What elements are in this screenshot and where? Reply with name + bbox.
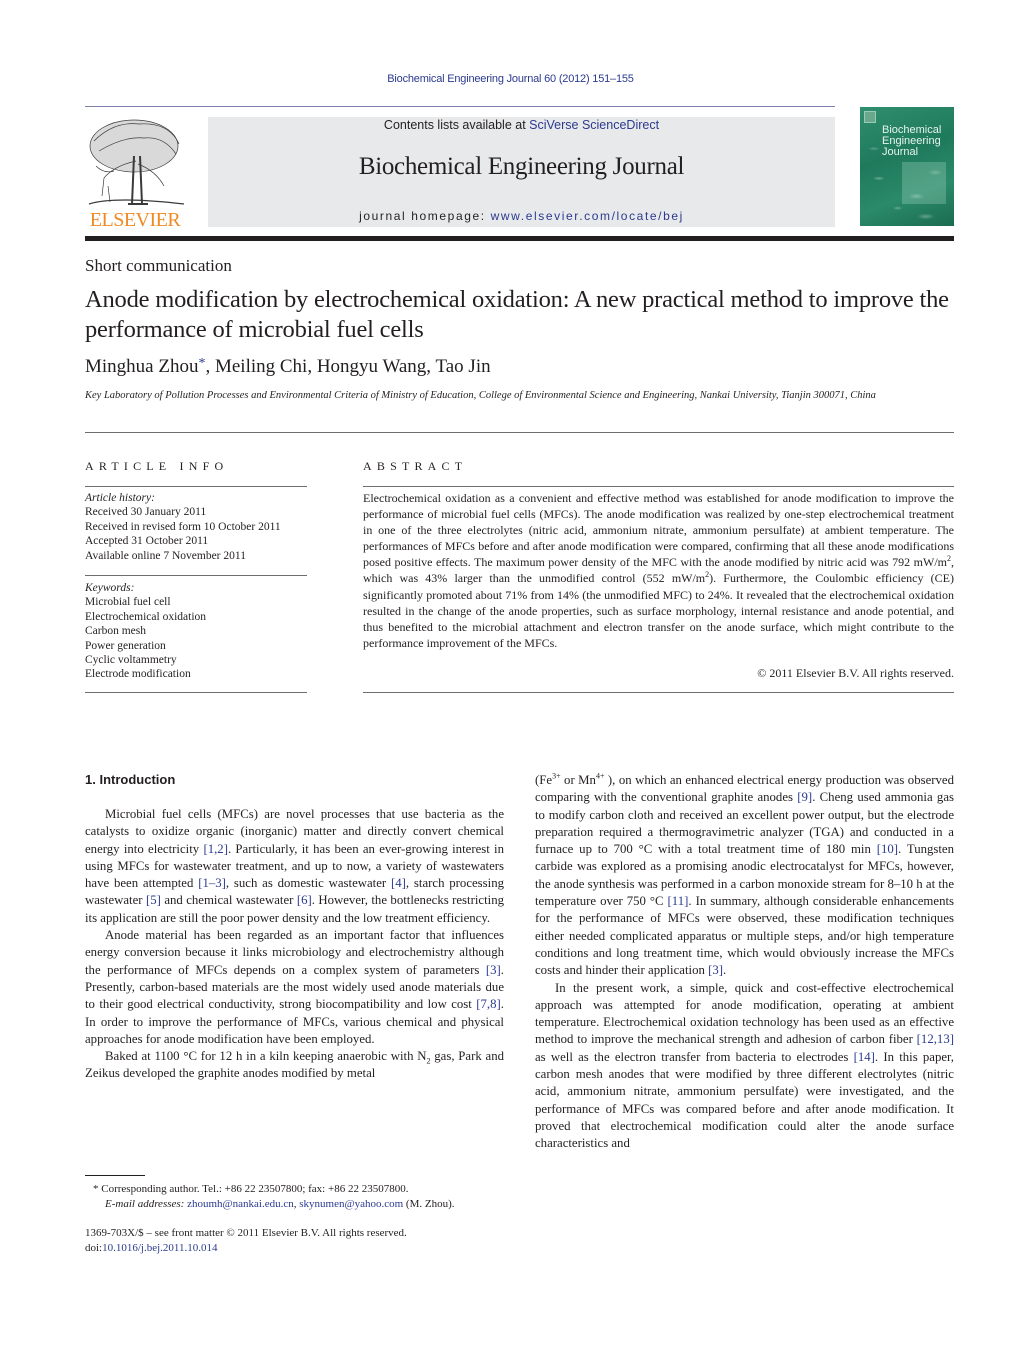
text-run: . In this paper, carbon mesh anodes that…: [535, 1049, 954, 1151]
email-link[interactable]: skynumen@yahoo.com: [299, 1198, 403, 1210]
paragraph: In the present work, a simple, quick and…: [535, 980, 954, 1153]
citation-link[interactable]: [3]: [708, 963, 723, 977]
keyword-item: Cyclic voltammetry: [85, 654, 177, 667]
history-item: Received in revised form 10 October 2011: [85, 520, 281, 533]
keyword-item: Carbon mesh: [85, 625, 147, 638]
keywords-rule: [85, 575, 307, 576]
sciencedirect-link[interactable]: SciVerse ScienceDirect: [529, 118, 659, 132]
journal-cover-thumbnail[interactable]: Biochemical Engineering Journal: [860, 107, 954, 226]
author-name[interactable]: Minghua Zhou: [85, 356, 198, 377]
citation-link[interactable]: [14]: [854, 1050, 875, 1064]
affiliation: Key Laboratory of Pollution Processes an…: [85, 390, 876, 401]
citation-link[interactable]: [7,8]: [476, 997, 501, 1011]
article-type: Short communication: [85, 256, 232, 275]
issn-line: 1369-703X/$ – see front matter © 2011 El…: [85, 1227, 407, 1239]
superscript: 3+: [552, 771, 561, 781]
paragraph-continued: (Fe3+ or Mn4+ ), on which an enhanced el…: [535, 771, 955, 978]
homepage-prefix: journal homepage:: [359, 209, 491, 223]
keyword-item: Electrochemical oxidation: [85, 610, 207, 623]
cover-panel: [902, 162, 946, 204]
email-label: E-mail addresses:: [105, 1197, 185, 1210]
header-rule: [85, 106, 835, 107]
footnote-rule: [85, 1175, 145, 1176]
footnote-emails: E-mail addresses: zhoumh@nankai.edu.cn, …: [85, 1197, 515, 1212]
front-matter: 1369-703X/$ – see front matter © 2011 El…: [85, 1226, 515, 1255]
paragraph: Anode material has been regarded as an i…: [85, 927, 504, 1048]
keyword-item: Power generation: [85, 639, 166, 652]
left-column-body: Microbial fuel cells (MFCs) are novel pr…: [85, 806, 504, 1083]
article-info-heading: ARTICLE INFO: [85, 459, 229, 473]
history-item: Available online 7 November 2011: [85, 549, 246, 562]
abstract-heading: ABSTRACT: [363, 459, 468, 473]
abstract-text: Electrochemical oxidation as a convenien…: [363, 490, 954, 651]
article-history: Article history: Received 30 January 201…: [85, 491, 307, 563]
text-run: Anode material has been regarded as an i…: [85, 928, 504, 977]
journal-title: Biochemical Engineering Journal: [358, 153, 685, 180]
history-item: Received 30 January 2011: [85, 506, 207, 519]
elsevier-tree-icon: [88, 119, 185, 205]
keyword-item: Electrode modification: [85, 668, 191, 681]
cover-title-line: Journal: [882, 146, 919, 158]
citation-link[interactable]: [5]: [146, 893, 161, 907]
elsevier-logo[interactable]: ELSEVIER: [84, 116, 186, 230]
doi-line: doi:10.1016/j.bej.2011.10.014: [85, 1241, 515, 1256]
paragraph: Microbial fuel cells (MFCs) are novel pr…: [85, 806, 504, 927]
text-run: In the present work, a simple, quick and…: [535, 980, 954, 1047]
homepage-line: journal homepage: www.elsevier.com/locat…: [208, 209, 835, 223]
history-label: Article history:: [85, 492, 155, 504]
journal-masthead: Contents lists available at SciVerse Sci…: [208, 117, 835, 227]
text-run: and chemical wastewater: [160, 893, 297, 908]
history-item: Accepted 31 October 2011: [85, 535, 209, 548]
text-run: .: [723, 963, 727, 978]
citation-link[interactable]: [4]: [391, 876, 406, 890]
doi-prefix: doi:: [85, 1241, 103, 1254]
keyword-item: Microbial fuel cell: [85, 596, 171, 609]
cover-emblem-icon: [864, 111, 876, 123]
abstract-copyright: © 2011 Elsevier B.V. All rights reserved…: [757, 666, 954, 680]
elsevier-wordmark: ELSEVIER: [89, 209, 181, 231]
masthead-thick-rule: [85, 236, 954, 241]
footnote-line: * Corresponding author. Tel.: +86 22 235…: [85, 1182, 515, 1197]
citation-link[interactable]: [11]: [668, 894, 689, 908]
cover-title: Biochemical Engineering Journal: [882, 125, 941, 158]
email-owner: (M. Zhou).: [403, 1197, 455, 1210]
citation-link[interactable]: [12,13]: [917, 1032, 954, 1046]
text-run: as well as the electron transfer from ba…: [535, 1049, 854, 1064]
article-title: Anode modification by electrochemical ox…: [85, 286, 949, 343]
citation-link[interactable]: [3]: [486, 963, 501, 977]
citation-link[interactable]: [9]: [797, 790, 812, 804]
email-link[interactable]: zhoumh@nankai.edu.cn: [187, 1198, 294, 1210]
text-run: or Mn: [560, 773, 596, 787]
citation-link[interactable]: [1–3]: [198, 876, 226, 890]
header-divider: [85, 432, 954, 433]
text-run: Baked at 1100 °C for 12 h in a kiln keep…: [105, 1049, 427, 1064]
contents-prefix: Contents lists available at: [383, 118, 530, 132]
article-info-bottom-rule: [85, 692, 307, 693]
abstract-bottom-rule: [363, 692, 954, 693]
homepage-link[interactable]: www.elsevier.com/locate/bej: [491, 209, 684, 223]
keywords: Keywords: Microbial fuel cell Electroche…: [85, 581, 307, 682]
right-column-body: (Fe3+ or Mn4+ ), on which an enhanced el…: [535, 772, 954, 1153]
abstract-text-part: Electrochemical oxidation as a convenien…: [363, 491, 954, 570]
doi-link[interactable]: 10.1016/j.bej.2011.10.014: [102, 1242, 217, 1254]
footnote-contact: Corresponding author. Tel.: +86 22 23507…: [98, 1183, 409, 1195]
citation-link[interactable]: [10]: [877, 842, 898, 856]
corresponding-author-footnote: * Corresponding author. Tel.: +86 22 235…: [85, 1182, 515, 1211]
running-head[interactable]: Biochemical Engineering Journal 60 (2012…: [0, 73, 1021, 85]
author-names-rest[interactable]: , Meiling Chi, Hongyu Wang, Tao Jin: [205, 356, 490, 377]
abstract-rule: [363, 486, 954, 487]
text-run: , such as domestic wastewater: [225, 876, 391, 891]
section-heading-introduction: 1. Introduction: [85, 772, 176, 787]
author-list: Minghua Zhou*, Meiling Chi, Hongyu Wang,…: [85, 356, 491, 378]
keywords-label: Keywords:: [85, 582, 135, 594]
contents-line: Contents lists available at SciVerse Sci…: [208, 118, 835, 132]
paragraph: Baked at 1100 °C for 12 h in a kiln keep…: [85, 1048, 504, 1083]
article-info-rule: [85, 486, 307, 487]
citation-link[interactable]: [1,2]: [203, 842, 228, 856]
citation-link[interactable]: [6]: [297, 893, 312, 907]
